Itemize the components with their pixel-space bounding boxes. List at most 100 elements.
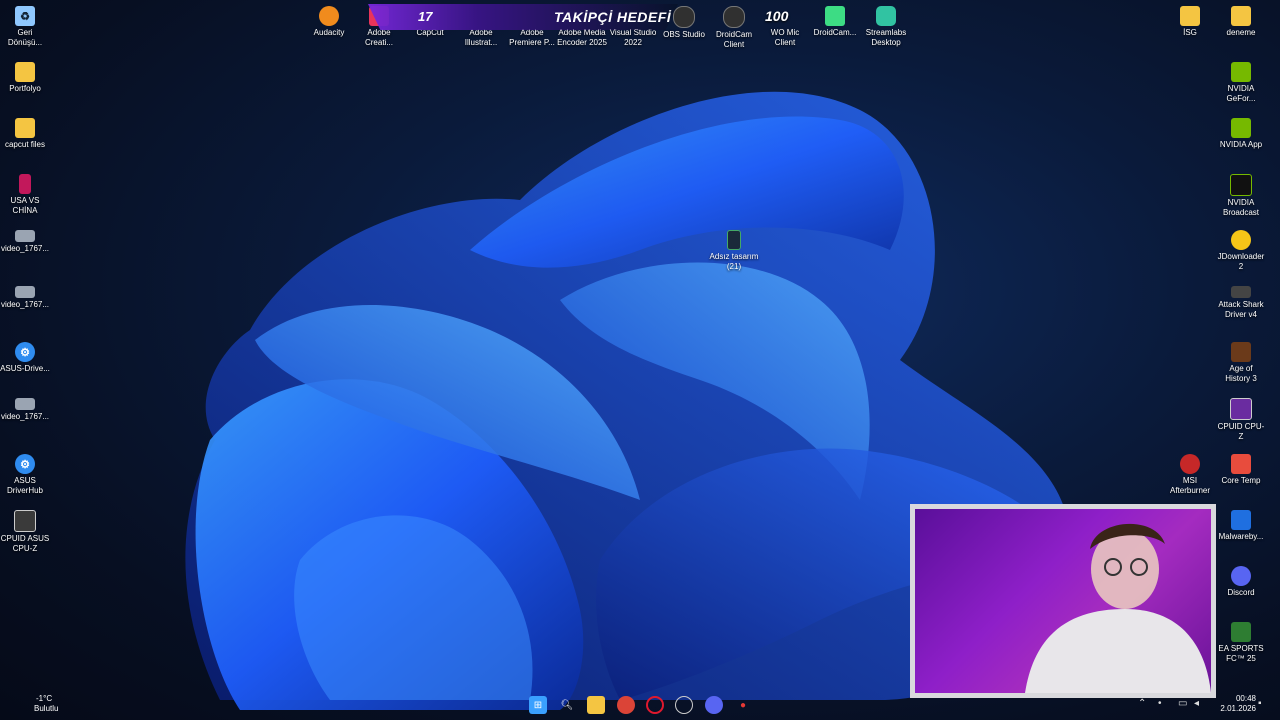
clock[interactable]: 00:48 2.01.2026: [1220, 694, 1256, 714]
desktop-icon-msi-afterburner[interactable]: MSI Afterburner: [1165, 454, 1215, 496]
obs-icon: [673, 6, 695, 28]
chevron-up-icon[interactable]: ⌃: [1138, 698, 1146, 709]
desktop-icon-asus-driver[interactable]: ⚙ ASUS-Drive...: [0, 342, 50, 374]
desktop-icon-portfolyo[interactable]: Portfolyo: [0, 62, 50, 94]
desktop-icon-video-1[interactable]: video_1767...: [0, 230, 50, 254]
desktop-icon-label: MSI Afterburner: [1169, 476, 1211, 495]
weather-widget[interactable]: -1°C Bulutlu: [12, 694, 58, 714]
desktop-icon-nvidia-geforce[interactable]: NVIDIA GeFor...: [1216, 62, 1266, 104]
desktop-icon-streamlabs[interactable]: Streamlabs Desktop: [861, 6, 911, 48]
taskbar: -1°C Bulutlu ⊞ 🔍︎ ● ⌃ • ▭ ◂ 00:48 2.01.2…: [0, 690, 1280, 720]
file-icon: [19, 174, 31, 194]
game-icon: [1231, 342, 1251, 362]
network-icon[interactable]: ▭: [1178, 698, 1187, 709]
desktop-icon-audacity[interactable]: Audacity: [304, 6, 354, 38]
audacity-icon: [319, 6, 339, 26]
desktop-icon-label: İSG: [1183, 28, 1197, 37]
recycle-bin-icon: ♻: [15, 6, 35, 26]
desktop-icon-label: Adsız tasarım (21): [709, 252, 759, 271]
chrome-icon[interactable]: [617, 696, 635, 714]
folder-icon: [1180, 6, 1200, 26]
desktop-icon-label: deneme: [1226, 28, 1256, 37]
desktop-icon-discord[interactable]: Discord: [1216, 566, 1266, 598]
desktop-icon-label: DroidCam Client: [715, 30, 752, 49]
desktop-icon-malwarebytes[interactable]: Malwareby...: [1216, 510, 1266, 542]
desktop-icon-ea-sports-fc[interactable]: EA SPORTS FC™ 25: [1216, 622, 1266, 664]
asus-gear-icon: ⚙: [15, 454, 35, 474]
desktop-icon-label: OBS Studio: [663, 30, 705, 39]
desktop-icon-label: JDownloader 2: [1217, 252, 1265, 271]
desktop-icon-label: Adobe Illustrat...: [464, 28, 498, 47]
desktop-icon-label: Discord: [1227, 588, 1255, 597]
desktop-icon-label: ASUS-Drive...: [0, 364, 50, 373]
desktop-icon-label: DroidCam...: [813, 28, 857, 37]
desktop-icon-label: Malwareby...: [1218, 532, 1264, 541]
phone-image-icon: [727, 230, 741, 250]
desktop-icon-core-temp[interactable]: Core Temp: [1216, 454, 1266, 486]
obs-icon[interactable]: [675, 696, 693, 714]
android-icon: [825, 6, 845, 26]
opera-icon[interactable]: [646, 696, 664, 714]
desktop-icon-video-2[interactable]: video_1767...: [0, 286, 50, 310]
desktop-icon-label: Adobe Creati...: [364, 28, 393, 47]
desktop-icon-label: USA VS CHİNA: [10, 196, 40, 215]
file-explorer-icon[interactable]: [587, 696, 605, 714]
desktop-icon-cpuid-cpuz[interactable]: CPUID CPU-Z: [1216, 398, 1266, 442]
desktop-icon-label: CPUID ASUS CPU-Z: [0, 534, 50, 553]
weather-desc: Bulutlu: [34, 704, 59, 713]
nvidia-icon: [1231, 62, 1251, 82]
desktop-icon-label: Age of History 3: [1225, 364, 1257, 383]
desktop-icon-nvidia-broadcast[interactable]: NVIDIA Broadcast: [1216, 174, 1266, 218]
desktop-icon-capcut-files[interactable]: capcut files: [0, 118, 50, 150]
microphone-icon[interactable]: ●: [734, 696, 752, 714]
video-file-icon: [15, 230, 35, 242]
folder-icon: [15, 62, 35, 82]
notification-icon[interactable]: ▪: [1258, 698, 1262, 709]
desktop-icon-usa-vs-china[interactable]: USA VS CHİNA: [0, 174, 50, 216]
desktop-icon-label: Core Temp: [1221, 476, 1261, 485]
desktop-icon-droidcam-android[interactable]: DroidCam...: [810, 6, 860, 38]
desktop-icon-label: CPUID CPU-Z: [1217, 422, 1265, 441]
desktop-icon-isg[interactable]: İSG: [1165, 6, 1215, 38]
windows-start-icon[interactable]: ⊞: [529, 696, 547, 714]
microphone-tray-icon[interactable]: •: [1158, 698, 1162, 709]
cpuz-icon: [1230, 398, 1252, 420]
desktop-icon-nvidia-app[interactable]: NVIDIA App: [1216, 118, 1266, 150]
droidcam-icon: [723, 6, 745, 28]
discord-icon[interactable]: [705, 696, 723, 714]
desktop-icon-cpuid-asus[interactable]: CPUID ASUS CPU-Z: [0, 510, 50, 554]
follower-goal-title: TAKİPÇİ HEDEFİ: [554, 9, 672, 25]
desktop-icon-label: Attack Shark Driver v4: [1218, 300, 1264, 319]
desktop-icon-attack-shark[interactable]: Attack Shark Driver v4: [1216, 286, 1266, 320]
afterburner-icon: [1180, 454, 1200, 474]
desktop-icon-label: EA SPORTS FC™ 25: [1218, 644, 1264, 663]
folder-icon: [1231, 6, 1251, 26]
desktop-icon-label: video_1767...: [0, 244, 50, 253]
follower-goal-overlay: 17 TAKİPÇİ HEDEFİ: [368, 4, 678, 30]
webcam-feed: [915, 509, 1211, 693]
desktop-icon-label: video_1767...: [0, 412, 50, 421]
malwarebytes-icon: [1231, 510, 1251, 530]
desktop-icon-deneme[interactable]: deneme: [1216, 6, 1266, 38]
video-file-icon: [15, 286, 35, 298]
desktop-icon-recycle-bin[interactable]: ♻ Geri Dönüşü...: [0, 6, 50, 48]
desktop-icon-asus-driverhub[interactable]: ⚙ ASUS DriverHub: [0, 454, 50, 496]
desktop-icon-label: NVIDIA GeFor...: [1226, 84, 1256, 103]
nvidia-icon: [1230, 174, 1252, 196]
desktop-icon-droidcam-client[interactable]: DroidCam Client: [709, 6, 759, 50]
desktop-icon-age-of-history[interactable]: Age of History 3: [1216, 342, 1266, 384]
search-icon[interactable]: 🔍︎: [558, 696, 576, 714]
thermometer-icon: [1231, 454, 1251, 474]
desktop-icon-jdownloader[interactable]: JDownloader 2: [1216, 230, 1266, 272]
desktop-icon-label: video_1767...: [0, 300, 50, 309]
desktop-icon-label: Adobe Premiere P...: [509, 28, 555, 47]
desktop-icon-video-3[interactable]: video_1767...: [0, 398, 50, 422]
desktop-icon-label: Adobe Media Encoder 2025: [557, 28, 607, 47]
discord-icon: [1231, 566, 1251, 586]
desktop-icon-label: Portfolyo: [9, 84, 41, 93]
desktop-icon-adsiz-tasarim[interactable]: Adsız tasarım (21): [709, 230, 759, 272]
secondary-goal-count: 100: [765, 8, 789, 24]
volume-icon[interactable]: ◂: [1194, 698, 1199, 709]
cpuz-icon: [14, 510, 36, 532]
streamlabs-icon: [876, 6, 896, 26]
